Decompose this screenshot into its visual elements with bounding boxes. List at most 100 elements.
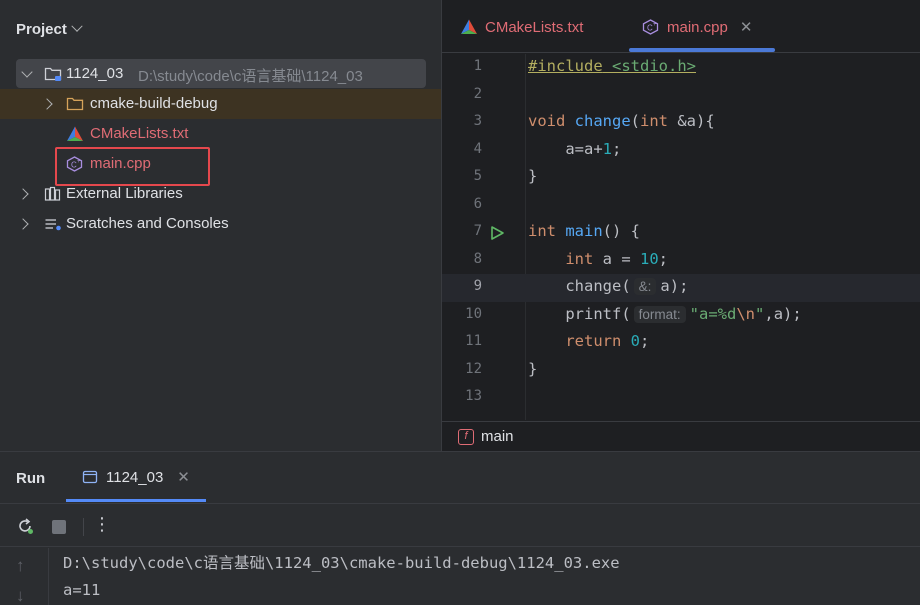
project-root-path: D:\study\code\c语言基础\1124_03 — [138, 68, 363, 85]
code-text: a); — [660, 277, 689, 295]
string-literal: " — [755, 304, 765, 323]
svg-text:+: + — [653, 22, 657, 28]
tree-item-cmakelists[interactable]: CMakeLists.txt — [0, 119, 441, 149]
scroll-down-icon[interactable]: ↓ — [16, 586, 25, 605]
stop-icon[interactable] — [52, 520, 66, 534]
line-number: 7 — [473, 223, 482, 239]
line-number: 3 — [473, 113, 482, 129]
code-text: ( — [630, 112, 641, 130]
code-line: 7 int main() { — [442, 219, 920, 247]
project-tool-window: Project 1124_03 D:\study\code\c语言基础\1124… — [0, 0, 441, 451]
tab-label: main.cpp — [667, 18, 728, 36]
code-line: 5 } — [442, 164, 920, 192]
keyword: int — [528, 222, 556, 240]
run-config-tab[interactable]: 1124_03 ✕ — [66, 452, 206, 503]
code-line: 2 — [442, 82, 920, 110]
tree-item-external-libraries[interactable]: External Libraries — [0, 179, 441, 209]
code-text: ; — [658, 249, 669, 268]
console-side-toolbar: ↑ ↓ — [0, 548, 49, 605]
folder-icon — [44, 67, 62, 81]
close-icon[interactable]: ✕ — [740, 18, 753, 36]
parameter-hint: format: — [633, 305, 686, 323]
number-literal: 0 — [630, 332, 641, 350]
code-text: change( — [528, 277, 631, 295]
keyword: return — [565, 332, 622, 350]
cpp-file-icon: C + — [642, 19, 659, 35]
code-area[interactable]: 1 #include <stdio.h> 2 3 void change( int… — [442, 54, 920, 420]
run-tab-label: 1124_03 — [106, 468, 164, 486]
rerun-icon[interactable] — [16, 517, 34, 535]
include-header: <stdio.h> — [612, 57, 696, 75]
line-number: 11 — [465, 333, 482, 349]
more-icon[interactable]: ⋮ — [93, 515, 111, 533]
code-editor: CMakeLists.txt C + main.cpp ✕ 1 #include… — [441, 0, 920, 451]
active-tab-indicator — [629, 48, 775, 52]
console-line: D:\study\code\c语言基础\1124_03\cmake-build-… — [63, 554, 620, 572]
cmake-icon — [67, 126, 83, 141]
tree-label: External Libraries — [66, 185, 183, 202]
tree-item-project-root[interactable]: 1124_03 D:\study\code\c语言基础\1124_03 — [0, 59, 441, 89]
number-literal: 1 — [602, 139, 612, 158]
expand-arrow-icon[interactable] — [17, 218, 29, 230]
folder-label: cmake-build-debug — [90, 95, 218, 112]
line-number: 8 — [473, 250, 482, 267]
tab-cmakelists[interactable]: CMakeLists.txt — [460, 14, 583, 40]
tree-label: Scratches and Consoles — [66, 215, 229, 232]
cmake-icon — [461, 19, 477, 34]
run-gutter-icon[interactable] — [489, 225, 505, 241]
console-output[interactable]: D:\study\code\c语言基础\1124_03\cmake-build-… — [63, 552, 620, 605]
tree-item-cmake-build-debug[interactable]: cmake-build-debug — [0, 89, 441, 119]
function-name: change — [574, 112, 631, 130]
code-text: a = — [593, 249, 640, 268]
breadcrumb-item[interactable]: main — [481, 428, 514, 445]
line-number: 4 — [473, 140, 482, 157]
line-number: 1 — [473, 58, 482, 74]
toolbar-divider — [83, 518, 84, 536]
code-line: 8 int a = 10; — [442, 247, 920, 275]
close-icon[interactable]: ✕ — [177, 468, 190, 486]
code-line-current: 9 change(&: a); — [442, 274, 920, 302]
code-text: } — [528, 359, 538, 378]
active-tab-indicator — [66, 499, 206, 502]
line-number: 12 — [465, 360, 482, 377]
keyword: int — [565, 249, 594, 268]
code-line: 12 } — [442, 357, 920, 385]
code-text: &a){ — [668, 112, 715, 130]
run-tool-window: Run 1124_03 ✕ ⋮ ↑ ↓ D:\study\code\c语言基础\… — [0, 451, 920, 605]
tab-label: CMakeLists.txt — [485, 18, 584, 36]
line-number: 2 — [473, 85, 482, 102]
breadcrumb[interactable]: f main — [442, 421, 920, 451]
chevron-down-icon — [71, 20, 83, 32]
project-view-selector[interactable]: Project — [16, 18, 83, 40]
code-line: 13 — [442, 384, 920, 412]
tab-main-cpp[interactable]: C + main.cpp ✕ — [642, 14, 752, 40]
line-number: 6 — [473, 195, 482, 212]
console-tab-icon — [82, 470, 98, 484]
code-text: a=a+ — [528, 139, 603, 158]
code-text: ,a); — [764, 304, 802, 323]
run-panel-title: Run — [16, 470, 46, 487]
line-number: 9 — [473, 278, 482, 294]
code-line: 1 #include <stdio.h> — [442, 54, 920, 82]
expand-arrow-icon[interactable] — [41, 98, 53, 110]
string-literal: "a=%d — [689, 304, 737, 323]
run-toolbar: ⋮ — [0, 503, 920, 547]
code-line: 10 printf(format: "a=%d\n",a); — [442, 302, 920, 330]
expand-arrow-icon[interactable] — [17, 188, 29, 200]
project-root-name: 1124_03 — [66, 65, 124, 82]
code-line: 4 a=a+1; — [442, 137, 920, 165]
code-text: ; — [640, 332, 650, 350]
line-number: 13 — [465, 388, 482, 404]
tree-item-scratches[interactable]: Scratches and Consoles — [0, 209, 441, 239]
scroll-up-icon[interactable]: ↑ — [16, 556, 25, 576]
keyword: void — [528, 112, 566, 130]
parameter-hint: &: — [633, 278, 657, 295]
function-badge-icon: f — [458, 428, 474, 445]
preprocessor-directive: #include — [528, 57, 603, 75]
code-text: ; — [612, 139, 622, 158]
function-name: main — [565, 222, 603, 240]
number-literal: 10 — [640, 249, 659, 268]
code-text: } — [528, 167, 538, 185]
